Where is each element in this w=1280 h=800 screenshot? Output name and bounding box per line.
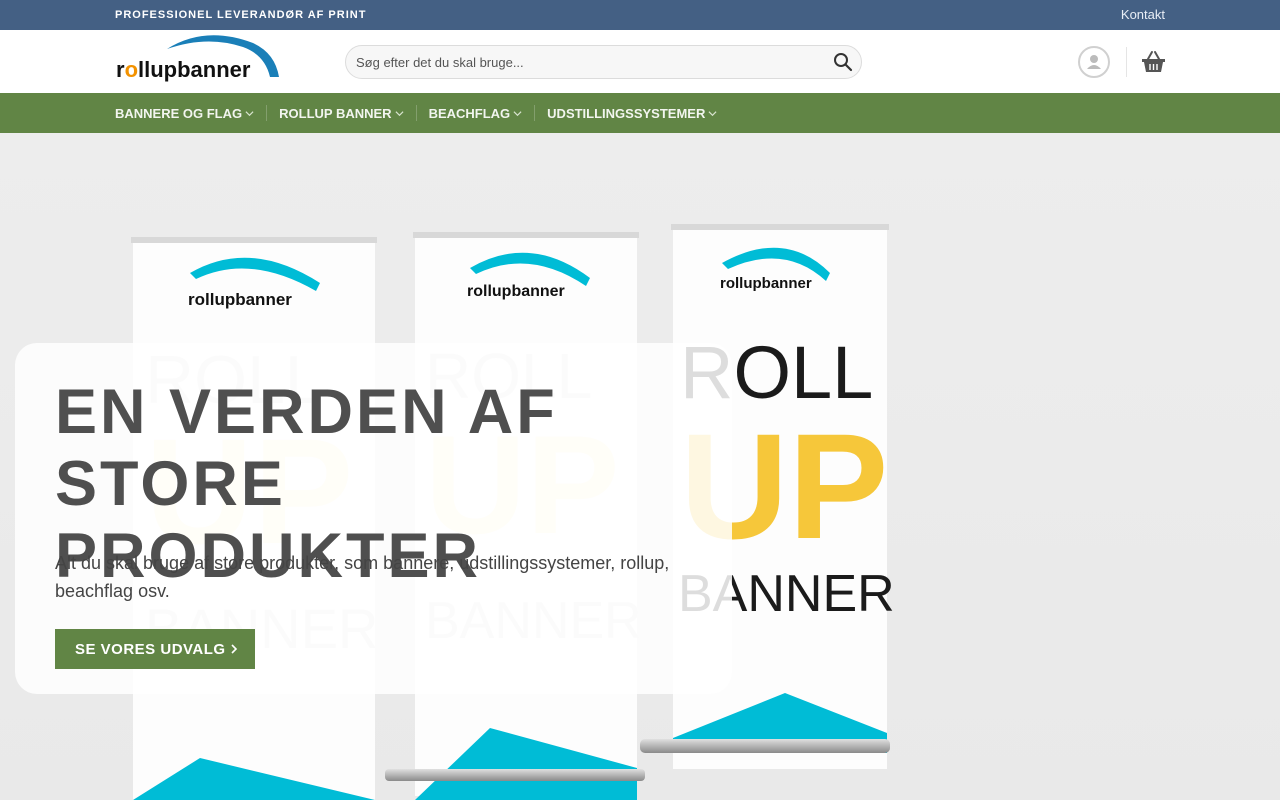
- cart-basket-icon[interactable]: [1141, 50, 1166, 74]
- search-bar: [345, 45, 862, 79]
- chevron-down-icon: [245, 110, 254, 116]
- chevron-down-icon: [513, 110, 522, 116]
- search-input[interactable]: [356, 46, 826, 78]
- svg-text:rollupbanner: rollupbanner: [720, 275, 812, 292]
- nav-item-label: BEACHFLAG: [428, 105, 511, 121]
- account-button[interactable]: [1078, 46, 1110, 78]
- see-selection-button[interactable]: SE VORES UDVALG: [55, 629, 255, 669]
- search-icon[interactable]: [833, 52, 853, 72]
- account-icon: [1087, 55, 1101, 69]
- chevron-down-icon: [395, 110, 404, 116]
- nav-item-label: UDSTILLINGSSYSTEMER: [547, 105, 706, 121]
- svg-text:rollupbanner: rollupbanner: [467, 283, 565, 300]
- main-nav: BANNERE OG FLAG ROLLUP BANNER BEACHFLAG …: [0, 93, 1280, 133]
- contact-link[interactable]: Kontakt: [1121, 7, 1165, 22]
- svg-text:rollupbanner: rollupbanner: [188, 290, 292, 309]
- nav-item-rollup-banner[interactable]: ROLLUP BANNER: [266, 105, 415, 121]
- header: rollupbanner: [0, 30, 1280, 93]
- hero-card: EN VERDEN AF STORE PRODUKTER Alt du skal…: [15, 343, 732, 694]
- tagline: PROFESSIONEL LEVERANDØR AF PRINT: [115, 9, 367, 21]
- nav-item-udstillingssystemer[interactable]: UDSTILLINGSSYSTEMER: [534, 105, 729, 121]
- hero-title-line-1: EN VERDEN AF: [55, 377, 558, 447]
- nav-item-bannere-og-flag[interactable]: BANNERE OG FLAG: [115, 105, 266, 121]
- chevron-down-icon: [708, 110, 717, 116]
- chevron-right-icon: [231, 644, 238, 654]
- nav-item-beachflag[interactable]: BEACHFLAG: [415, 105, 535, 121]
- top-bar: PROFESSIONEL LEVERANDØR AF PRINT Kontakt: [0, 0, 1280, 30]
- hero-description: Alt du skal bruge af store produkter, so…: [55, 553, 670, 601]
- svg-text:rollupbanner: rollupbanner: [116, 57, 251, 82]
- header-divider: [1126, 47, 1127, 77]
- hero-section: rollupbanner ROLL UP BANNER rollupbanner…: [0, 133, 1280, 800]
- nav-item-label: BANNERE OG FLAG: [115, 105, 243, 121]
- nav-item-label: ROLLUP BANNER: [279, 105, 392, 121]
- see-selection-button-label: SE VORES UDVALG: [75, 640, 226, 658]
- site-logo[interactable]: rollupbanner: [115, 33, 281, 91]
